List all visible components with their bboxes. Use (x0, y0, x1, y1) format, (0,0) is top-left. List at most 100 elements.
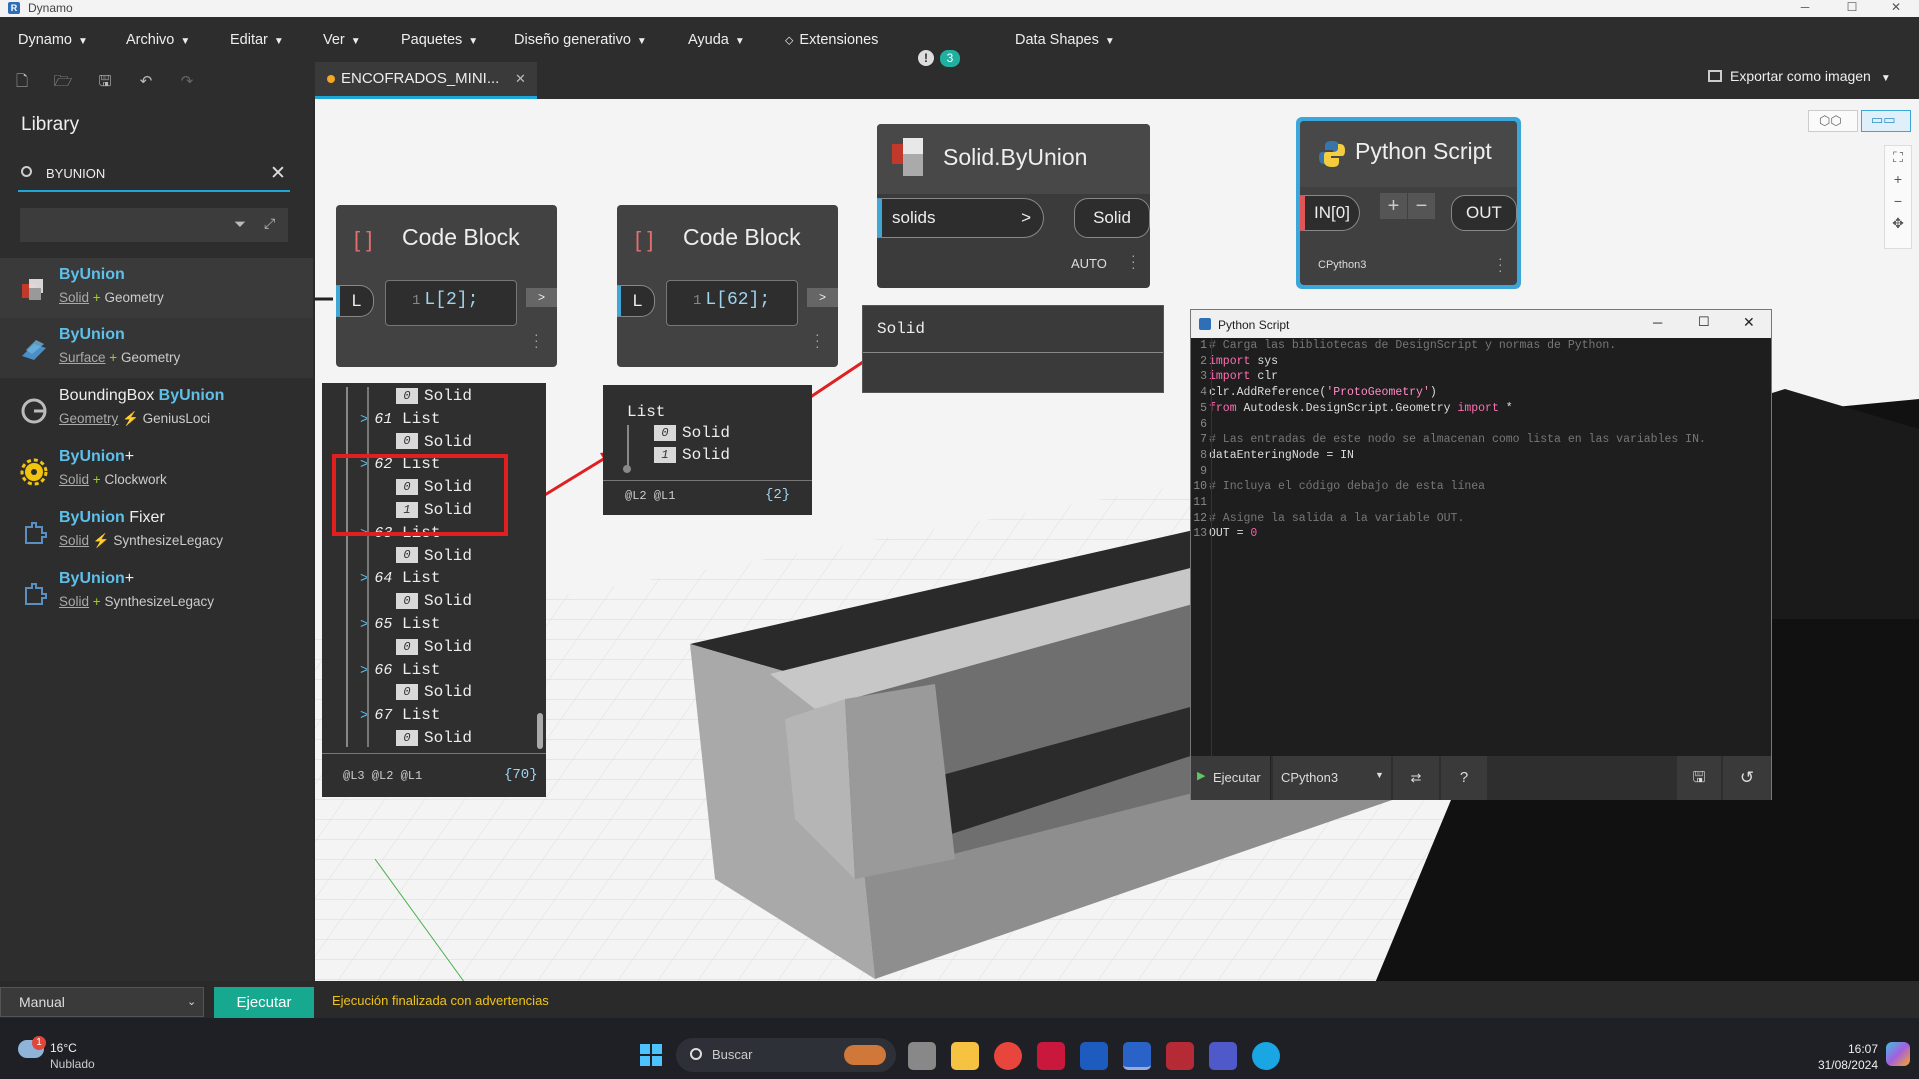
taskbar-search[interactable]: Buscar (676, 1038, 896, 1072)
open-folder-icon[interactable]: 🗁 (52, 71, 74, 93)
windows-start-icon[interactable] (640, 1044, 662, 1066)
tab-encofrados[interactable]: ENCOFRADOS_MINI... ✕ (315, 62, 537, 99)
notification-badge[interactable]: 3 (940, 50, 960, 67)
copilot-icon[interactable] (1886, 1042, 1910, 1066)
menu-paquetes[interactable]: Paquetes ▼ (401, 32, 478, 48)
library-item[interactable]: ByUnion Surface + Geometry (0, 318, 313, 378)
list-group-row[interactable]: >67 List (360, 706, 440, 729)
output-port[interactable]: > (807, 288, 838, 307)
fit-view-icon[interactable]: ⛶ (1885, 146, 1911, 168)
watch-list-preview[interactable]: 0 Solid >61 List 0 Solid >62 List 0 Solid 1 Solid… (322, 383, 546, 797)
close-icon[interactable]: ✕ (1743, 314, 1755, 331)
python-editor-window[interactable]: Python Script ─ ☐ ✕ 1 # Carga las bibliot… (1190, 309, 1772, 800)
library-item[interactable]: BoundingBox ByUnion Geometry ⚡ GeniusLoc… (0, 379, 313, 439)
menu-archivo[interactable]: Archivo ▼ (126, 32, 190, 48)
save-icon[interactable]: 🖫 (94, 71, 116, 93)
menu-ayuda[interactable]: Ayuda ▼ (688, 32, 745, 48)
revit-icon[interactable] (1123, 1042, 1151, 1070)
list-group-row[interactable]: >61 List (360, 410, 440, 433)
run-mode-select[interactable]: Manual ⌄ (0, 987, 204, 1017)
output-port-OUT[interactable]: OUT (1451, 195, 1517, 231)
menu-diseno-generativo[interactable]: Diseño generativo ▼ (514, 32, 647, 48)
list-group-row[interactable]: >64 List (360, 569, 440, 592)
save-icon[interactable]: 🖫 (1677, 756, 1721, 800)
output-port-solid[interactable]: Solid (1074, 198, 1150, 238)
watch-scrollbar[interactable] (537, 713, 543, 749)
python-script-node[interactable]: Python Script IN[0] + − OUT CPython3 · · · (1296, 117, 1521, 289)
menu-extensiones[interactable]: ⬦ Extensiones (785, 32, 878, 48)
clear-search-icon[interactable]: ✕ (270, 162, 286, 185)
teams-icon[interactable] (1209, 1042, 1237, 1070)
remove-input-button[interactable]: − (1408, 193, 1435, 219)
input-port-IN0[interactable]: IN[0] (1300, 195, 1360, 231)
input-port-L[interactable]: L (336, 285, 374, 317)
zoom-out-icon[interactable]: − (1885, 190, 1911, 212)
minimize-icon[interactable]: ─ (1653, 315, 1662, 330)
code-block-icon: [ ] (354, 227, 373, 252)
zoom-controls: ⛶ + − ✥ (1884, 145, 1912, 249)
code-block-node-2[interactable]: [ ] Code Block L 1 L[62]; > · · · (617, 205, 838, 367)
node-menu-icon[interactable]: · · · (815, 327, 820, 353)
library-item[interactable]: ByUnion Fixer Solid ⚡ SynthesizeLegacy (0, 501, 313, 561)
task-view-icon[interactable] (908, 1042, 936, 1070)
undo-icon[interactable]: ↶ (135, 71, 157, 93)
node-menu-icon[interactable]: · · · (1498, 251, 1503, 277)
library-search[interactable]: BYUNION ✕ (18, 158, 290, 192)
code-editor[interactable]: 1 # Carga las bibliotecas de DesignScript… (1191, 338, 1771, 756)
new-file-icon[interactable]: 🗋 (11, 71, 33, 93)
minimize-button[interactable]: ─ (1785, 0, 1825, 17)
engine-select[interactable]: CPython3 ▼ (1273, 756, 1391, 800)
maximize-icon[interactable]: ☐ (1698, 314, 1710, 330)
code-block-node-1[interactable]: [ ] Code Block L 1 L[2]; > · · · (336, 205, 557, 367)
revert-icon[interactable]: ↺ (1723, 756, 1771, 800)
solid-byunion-node[interactable]: Solid.ByUnion solids > Solid AUTO · · · (877, 124, 1150, 288)
file-explorer-icon[interactable] (951, 1042, 979, 1070)
run-button[interactable]: ▶ Ejecutar (1191, 756, 1271, 800)
library-item[interactable]: ByUnion+ Solid + Clockwork (0, 440, 313, 500)
convert-icon[interactable]: ⇄ (1393, 756, 1439, 800)
node-title: Python Script (1355, 138, 1492, 164)
help-icon[interactable]: ? (1441, 756, 1487, 800)
info-icon[interactable]: ! (918, 50, 934, 66)
app-icon[interactable] (1166, 1042, 1194, 1070)
navisworks-icon[interactable] (1080, 1042, 1108, 1070)
python-editor-titlebar: Python Script ─ ☐ ✕ (1191, 310, 1771, 338)
autocad-icon[interactable] (1037, 1042, 1065, 1070)
menu-data-shapes[interactable]: Data Shapes ▼ (1015, 32, 1115, 48)
temperature: 16°C (50, 1041, 77, 1055)
filter-icon[interactable]: ⏷ (234, 216, 246, 233)
menu-dynamo[interactable]: Dynamo ▼ (18, 32, 88, 48)
library-item[interactable]: ByUnion Solid + Geometry (0, 258, 313, 318)
redo-icon[interactable]: ↷ (176, 71, 198, 93)
list-group-row[interactable]: >66 List (360, 661, 440, 684)
pan-icon[interactable]: ✥ (1885, 212, 1911, 234)
code-editor[interactable]: 1 L[62]; (666, 280, 798, 326)
maximize-button[interactable]: ☐ (1832, 0, 1872, 17)
expand-icon[interactable]: ⤢ (264, 215, 275, 232)
geometry-view-toggle[interactable]: ⬡⬡ (1808, 110, 1858, 132)
node-menu-icon[interactable]: · · · (1131, 248, 1136, 274)
add-input-button[interactable]: + (1380, 193, 1407, 219)
search-input[interactable]: BYUNION (46, 166, 105, 181)
solid-union-icon (889, 136, 929, 185)
graph-view-toggle[interactable]: ▭▭ (1861, 110, 1911, 132)
library-item-category: Solid (59, 472, 90, 487)
code-editor[interactable]: 1 L[2]; (385, 280, 517, 326)
export-image-button[interactable]: Exportar como imagen ▼ (1708, 68, 1891, 84)
menu-ver[interactable]: Ver ▼ (323, 32, 361, 48)
status-message: Ejecución finalizada con advertencias (332, 993, 549, 1008)
chrome-icon[interactable] (994, 1042, 1022, 1070)
tab-close-icon[interactable]: ✕ (515, 71, 526, 87)
menu-editar[interactable]: Editar ▼ (230, 32, 284, 48)
watch-list-preview-2[interactable]: List 0 Solid 1 Solid @L2 @L1 {2} (603, 385, 812, 515)
zoom-in-icon[interactable]: + (1885, 168, 1911, 190)
input-port-solids[interactable]: solids > (877, 198, 1044, 238)
run-button[interactable]: Ejecutar (214, 987, 314, 1018)
close-window-button[interactable]: ✕ (1876, 0, 1916, 17)
output-port[interactable]: > (526, 288, 557, 307)
node-menu-icon[interactable]: · · · (534, 327, 539, 353)
library-item[interactable]: ByUnion+ Solid + SynthesizeLegacy (0, 562, 313, 622)
input-port-L[interactable]: L (617, 285, 655, 317)
edge-icon[interactable] (1252, 1042, 1280, 1070)
list-group-row[interactable]: >65 List (360, 615, 440, 638)
